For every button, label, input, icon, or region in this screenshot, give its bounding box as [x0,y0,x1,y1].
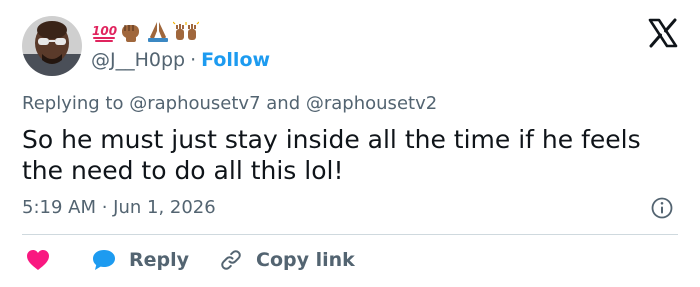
tweet-header: 100 @J__H0pp · Follow [22,15,270,77]
copy-link-label: Copy link [256,249,355,271]
follow-button[interactable]: Follow [201,49,270,71]
reply-button[interactable]: Reply [92,249,189,271]
tweet-card: 100 @J__H0pp · Follow Replying to @rapho… [0,0,700,287]
tweet-text: So he must just stay inside all the time… [22,125,641,185]
link-icon [221,250,241,270]
display-name[interactable]: 100 [91,21,270,43]
raised-fist-emoji [122,25,139,42]
folded-hands-emoji [148,22,168,42]
reply-conjunction: and [266,93,301,114]
avatar-image [22,16,82,76]
action-bar: Reply Copy link [22,246,355,274]
hundred-points-emoji: 100 [92,24,117,42]
author-identity: 100 @J__H0pp · Follow [91,21,270,71]
svg-text:100: 100 [92,24,117,38]
like-button[interactable] [26,249,50,271]
reply-context: Replying to @raphousetv7 and @raphousetv… [22,93,437,114]
heart-icon [27,250,49,270]
mention-link[interactable]: @raphousetv2 [306,93,437,114]
author-handle[interactable]: @J__H0pp [91,49,185,71]
reply-label: Reply [129,249,190,271]
copy-link-button[interactable]: Copy link [219,248,355,272]
separator-dot: · [190,49,197,71]
tweet-timestamp[interactable]: 5:19 AM · Jun 1, 2026 [22,197,216,218]
x-logo-icon[interactable] [648,18,678,48]
speech-bubble-icon [93,250,115,270]
divider [22,234,678,235]
raising-hands-emoji [173,21,199,40]
mention-link[interactable]: @raphousetv7 [129,93,260,114]
reply-prefix: Replying to [22,93,124,114]
info-icon[interactable] [651,197,673,219]
handle-row: @J__H0pp · Follow [91,49,270,71]
avatar[interactable] [22,16,82,76]
